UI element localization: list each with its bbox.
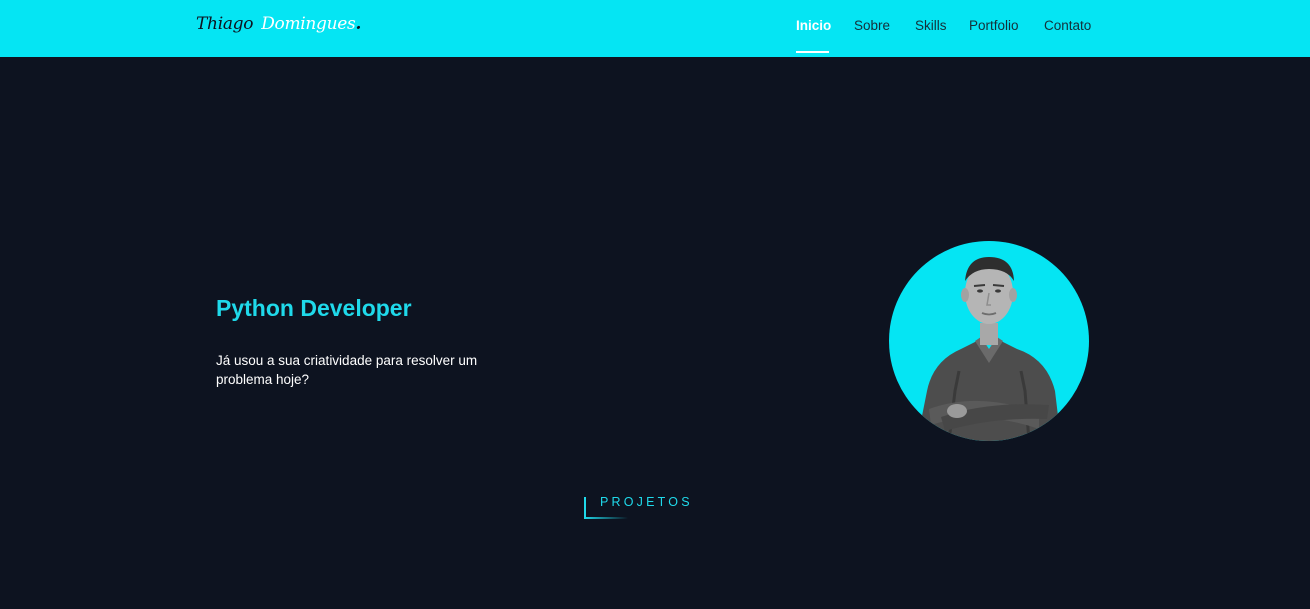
brand-first-name: Thiago: [196, 14, 254, 34]
nav-item-contato[interactable]: Contato: [1044, 18, 1091, 33]
projects-button[interactable]: PROJETOS: [584, 494, 704, 520]
top-navbar: Thiago Domingues. Inicio Sobre Skills Por…: [0, 0, 1310, 57]
active-nav-indicator: [796, 51, 829, 53]
person-portrait-icon: [917, 257, 1061, 441]
brand-logo[interactable]: Thiago Domingues.: [196, 14, 361, 34]
nav-item-skills[interactable]: Skills: [915, 18, 947, 33]
brand-last-name: Domingues: [261, 14, 356, 34]
hero-title: Python Developer: [216, 295, 412, 321]
nav-item-portfolio[interactable]: Portfolio: [969, 18, 1019, 33]
projects-label: PROJETOS: [600, 495, 693, 509]
brand-dot: .: [355, 14, 362, 34]
profile-photo: [889, 241, 1089, 441]
nav-item-sobre[interactable]: Sobre: [854, 18, 890, 33]
nav-item-inicio[interactable]: Inicio: [796, 18, 831, 33]
projects-accent-underline: [584, 517, 628, 519]
projects-accent-bar: [584, 497, 586, 519]
hero-tagline: Já usou a sua criatividade para resolver…: [216, 353, 478, 387]
